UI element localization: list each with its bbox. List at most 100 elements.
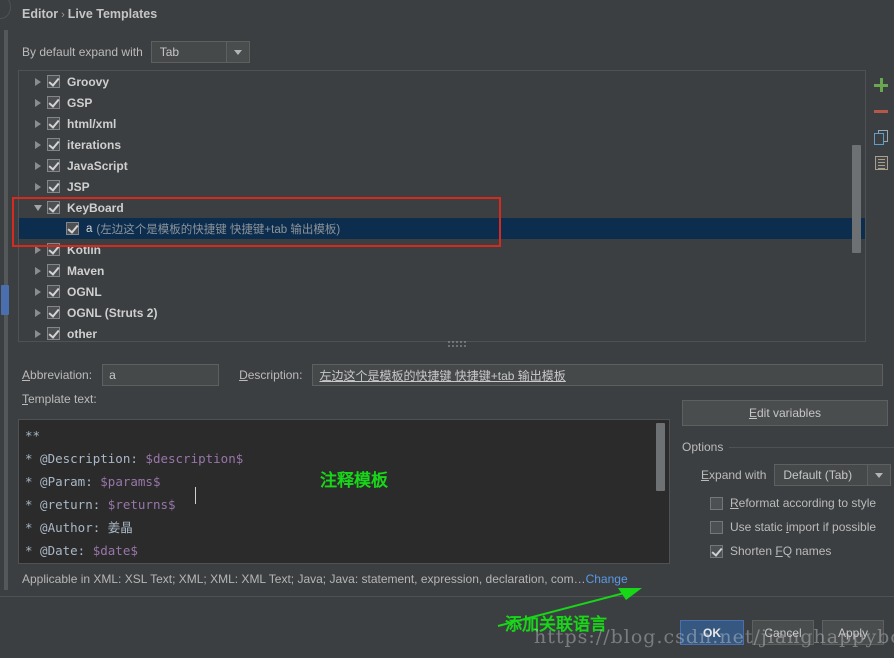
description-input[interactable]: 左边这个是模板的快捷键 快捷键+tab 输出模板 (312, 364, 884, 386)
option-label: Use static import if possible (730, 520, 877, 534)
checkbox[interactable] (47, 180, 60, 193)
duplicate-template-button[interactable] (868, 124, 894, 150)
left-splitter-strip (0, 0, 11, 658)
tree-row[interactable]: html/xml (19, 113, 865, 134)
chevron-right-icon[interactable] (29, 287, 47, 296)
tree-item-label: JavaScript (67, 158, 128, 173)
tree-item-label: OGNL (Struts 2) (67, 305, 158, 320)
live-templates-settings-page: Editor › Live Templates By default expand … (0, 0, 894, 658)
expand-with-combo[interactable]: Default (Tab) (774, 464, 892, 486)
chevron-right-icon[interactable] (29, 77, 47, 86)
editor-scrollbar-thumb[interactable] (656, 423, 665, 491)
tree-item-label: html/xml (67, 116, 117, 131)
checkbox[interactable] (47, 285, 60, 298)
template-text-content: ** * @Description: $description$ * @Para… (25, 428, 244, 558)
decorative-arc (0, 0, 11, 19)
breadcrumb-separator-icon: › (61, 9, 65, 21)
edit-variables-button[interactable]: Edit variables (682, 400, 888, 426)
tree-item-label: KeyBoard (67, 200, 124, 215)
chevron-right-icon[interactable] (29, 266, 47, 275)
template-description-label: (左边这个是模板的快捷键 快捷键+tab 输出模板) (96, 223, 341, 236)
plus-icon (874, 78, 888, 92)
chevron-right-icon[interactable] (29, 308, 47, 317)
tree-row-keyboard[interactable]: KeyBoard (19, 197, 865, 218)
chevron-right-icon[interactable] (29, 119, 47, 128)
abbreviation-input[interactable]: a (102, 364, 220, 386)
remove-template-button[interactable] (868, 98, 894, 124)
tree-row[interactable]: JSP (19, 176, 865, 197)
checkbox[interactable] (66, 222, 79, 235)
checkbox[interactable] (710, 544, 723, 558)
chevron-right-icon[interactable] (29, 245, 47, 254)
tree-row[interactable]: Groovy (19, 71, 865, 92)
checkbox[interactable] (710, 496, 723, 510)
chevron-down-icon[interactable] (29, 204, 47, 211)
default-expand-label: By default expand with (22, 45, 143, 59)
option-reformat-according-to-style[interactable]: Reformat according to style (710, 496, 876, 510)
add-template-button[interactable] (868, 72, 894, 98)
tree-row[interactable]: iterations (19, 134, 865, 155)
abbreviation-value: a (109, 368, 116, 382)
annotation-template-note: 注释模板 (320, 471, 388, 491)
tree-row-template-a[interactable]: a (左边这个是模板的快捷键 快捷键+tab 输出模板) (19, 218, 865, 239)
option-use-static-import[interactable]: Use static import if possible (710, 520, 876, 534)
tree-item-label: Groovy (67, 74, 110, 89)
breadcrumb-parent[interactable]: Editor (22, 7, 58, 21)
default-expand-row: By default expand with Tab (22, 41, 250, 63)
tree-scrollbar-thumb[interactable] (852, 145, 861, 253)
checkbox[interactable] (47, 117, 60, 130)
edit-variables-label: Edit variables (748, 406, 822, 420)
checkbox[interactable] (47, 138, 60, 151)
tree-row[interactable]: OGNL (19, 281, 865, 302)
tree-row[interactable]: Maven (19, 260, 865, 281)
checkbox[interactable] (47, 243, 60, 256)
template-text-label: Template text: (22, 392, 97, 406)
checkbox[interactable] (47, 201, 60, 214)
chevron-right-icon[interactable] (29, 182, 47, 191)
splitter-handle[interactable] (1, 285, 9, 315)
templates-tree: Groovy GSP html/xml iterations JavaScrip… (19, 71, 865, 341)
tree-item-label: Kotlin (67, 242, 101, 257)
document-icon (874, 156, 888, 170)
breadcrumb-current: Live Templates (67, 7, 158, 21)
template-group-button[interactable] (868, 150, 894, 176)
tree-item-label: Maven (67, 263, 105, 278)
options-title: Options (682, 440, 730, 454)
default-expand-combo[interactable]: Tab (150, 41, 250, 63)
checkbox[interactable] (47, 96, 60, 109)
tree-row[interactable]: OGNL (Struts 2) (19, 302, 865, 323)
horizontal-splitter-grip[interactable] (448, 341, 466, 347)
option-shorten-fq-names[interactable]: Shorten FQ names (710, 544, 831, 558)
description-value: 左边这个是模板的快捷键 快捷键+tab 输出模板 (319, 368, 566, 383)
chevron-down-icon[interactable] (225, 42, 249, 62)
checkbox[interactable] (47, 75, 60, 88)
tree-item-label: other (67, 326, 97, 341)
chevron-right-icon[interactable] (29, 140, 47, 149)
template-text-editor[interactable]: ** * @Description: $description$ * @Para… (18, 419, 670, 564)
checkbox[interactable] (47, 306, 60, 319)
expand-with-label: Expand with (701, 468, 767, 482)
chevron-right-icon[interactable] (29, 98, 47, 107)
tree-row[interactable]: other (19, 323, 865, 341)
template-abbreviation-label: a (86, 222, 93, 235)
tree-row[interactable]: Kotlin (19, 239, 865, 260)
checkbox[interactable] (47, 264, 60, 277)
chevron-right-icon[interactable] (29, 329, 47, 338)
text-caret (195, 487, 196, 504)
copy-icon (873, 129, 889, 145)
chevron-right-icon[interactable] (29, 161, 47, 170)
minus-icon (874, 109, 888, 113)
templates-tree-panel[interactable]: Groovy GSP html/xml iterations JavaScrip… (18, 70, 866, 342)
checkbox[interactable] (47, 159, 60, 172)
watermark-text: https://blog.csdn.net/jianghappyboy (534, 626, 894, 648)
tree-row[interactable]: GSP (19, 92, 865, 113)
chevron-down-icon[interactable] (867, 465, 891, 485)
tree-row[interactable]: JavaScript (19, 155, 865, 176)
tree-item-label: GSP (67, 95, 93, 110)
checkbox[interactable] (47, 327, 60, 340)
checkbox[interactable] (710, 520, 723, 534)
tree-item-label: OGNL (67, 284, 102, 299)
tree-item-label: iterations (67, 137, 122, 152)
abbreviation-label: Abbreviation: (22, 368, 93, 382)
default-expand-value: Tab (159, 45, 180, 59)
